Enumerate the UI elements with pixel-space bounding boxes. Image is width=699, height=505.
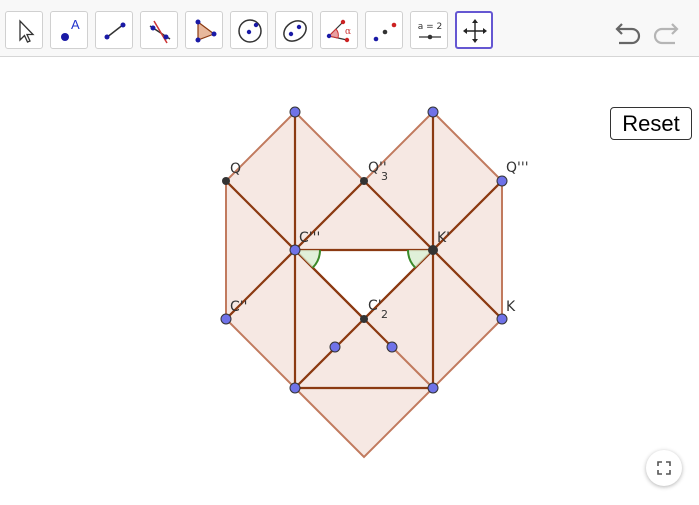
point-K-prime[interactable] bbox=[428, 245, 438, 255]
tool-point[interactable]: A bbox=[50, 11, 88, 49]
redo-arrow-icon bbox=[653, 23, 679, 45]
point-Q[interactable] bbox=[222, 177, 230, 185]
point-Q-triple-prime[interactable] bbox=[496, 175, 508, 187]
graphics-view[interactable]: Q Q'' 3 Q''' C''' K' C'' C' 2 K bbox=[0, 57, 699, 501]
tool-reflect-point[interactable] bbox=[365, 11, 403, 49]
tool-slider[interactable]: a = 2 bbox=[410, 11, 448, 49]
point-bottom-left[interactable] bbox=[289, 382, 301, 394]
point-K[interactable] bbox=[496, 313, 508, 325]
geometry-drawing: Q Q'' 3 Q''' C''' K' C'' C' 2 K bbox=[220, 106, 529, 459]
fullscreen-button[interactable] bbox=[646, 450, 682, 486]
label-Q-triple-prime: Q''' bbox=[506, 160, 529, 176]
circle-center-point-icon bbox=[238, 19, 262, 43]
tool-circle[interactable] bbox=[230, 11, 268, 49]
label-Q-double-prime-subscript: 3 bbox=[381, 170, 388, 183]
point-C-prime-2[interactable] bbox=[360, 315, 368, 323]
slider-icon: a = 2 bbox=[418, 22, 443, 40]
point-top-right[interactable] bbox=[427, 106, 439, 118]
point-icon: A bbox=[61, 17, 80, 41]
pointer-arrow-icon bbox=[19, 19, 35, 43]
reflect-point-icon bbox=[373, 22, 397, 42]
tool-perpendicular-line[interactable] bbox=[140, 11, 178, 49]
point-inner-right[interactable] bbox=[386, 341, 398, 353]
ellipse-icon bbox=[283, 20, 307, 42]
toolbar: A α a = 2 bbox=[0, 0, 699, 57]
undo-button[interactable] bbox=[613, 17, 643, 45]
perpendicular-line-icon bbox=[149, 20, 171, 44]
point-bottom-right[interactable] bbox=[427, 382, 439, 394]
polygon-icon bbox=[195, 19, 217, 43]
polygon-bottom-triangle bbox=[292, 387, 436, 459]
tool-move-graphics-view[interactable] bbox=[455, 11, 493, 49]
label-C-prime-subscript: 2 bbox=[381, 308, 388, 321]
label-C-double-prime: C'' bbox=[230, 299, 247, 315]
angle-tool-letter: α bbox=[345, 27, 351, 37]
point-inner-left[interactable] bbox=[329, 341, 341, 353]
label-K-prime: K' bbox=[437, 230, 450, 246]
point-C-double-prime[interactable] bbox=[220, 313, 232, 325]
label-Q: Q bbox=[230, 161, 241, 177]
tool-polygon[interactable] bbox=[185, 11, 223, 49]
redo-button[interactable] bbox=[651, 17, 681, 45]
point-tool-letter: A bbox=[71, 17, 80, 32]
point-top-left[interactable] bbox=[289, 106, 301, 118]
point-Q-double-prime-3[interactable] bbox=[360, 177, 368, 185]
point-C-triple-prime[interactable] bbox=[289, 244, 301, 256]
undo-arrow-icon bbox=[615, 23, 641, 45]
fullscreen-icon bbox=[657, 461, 671, 475]
slider-tool-label: a = 2 bbox=[418, 22, 443, 32]
tool-line[interactable] bbox=[95, 11, 133, 49]
line-icon bbox=[104, 22, 126, 40]
tool-move[interactable] bbox=[5, 11, 43, 49]
reset-button[interactable]: Reset bbox=[610, 107, 692, 140]
label-K: K bbox=[506, 299, 516, 315]
angle-icon: α bbox=[326, 19, 351, 43]
label-C-prime: C' bbox=[368, 298, 382, 314]
polygon-fills bbox=[224, 109, 504, 459]
label-C-triple-prime: C''' bbox=[299, 230, 320, 246]
tool-angle[interactable]: α bbox=[320, 11, 358, 49]
move-graphics-view-icon bbox=[463, 19, 487, 43]
tool-ellipse[interactable] bbox=[275, 11, 313, 49]
